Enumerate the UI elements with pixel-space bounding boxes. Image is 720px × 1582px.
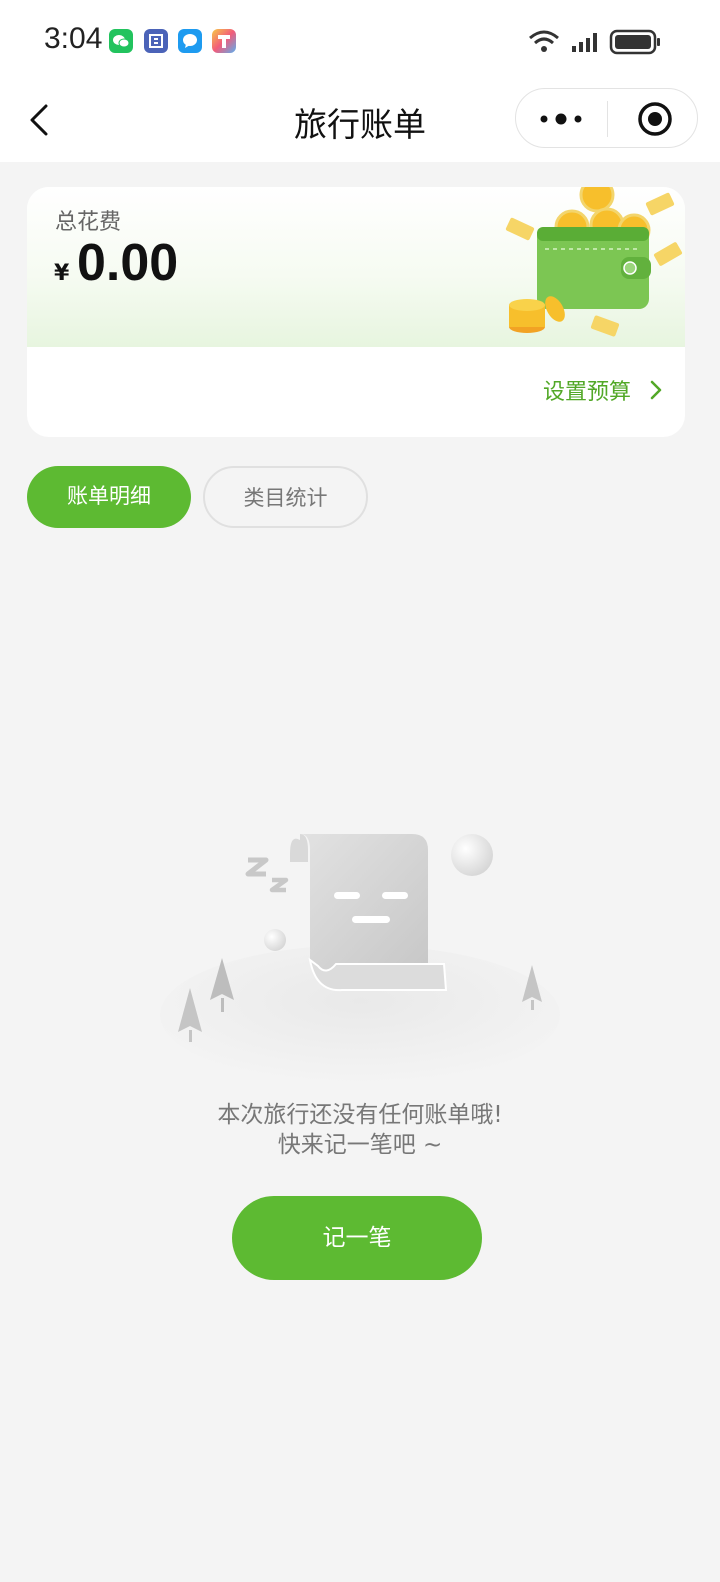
chevron-right-icon bbox=[650, 380, 662, 400]
signal-icon bbox=[572, 33, 597, 52]
empty-message-line1: 本次旅行还没有任何账单哦! bbox=[217, 1102, 503, 1128]
close-miniprogram-button[interactable] bbox=[608, 89, 698, 147]
tab-category-stats[interactable]: 类目统计 bbox=[203, 466, 368, 528]
nav-bar: 旅行账单 bbox=[0, 80, 720, 162]
messages-icon bbox=[178, 29, 202, 53]
pinned-app-icon bbox=[212, 29, 236, 53]
calendar-app-icon bbox=[144, 29, 168, 53]
empty-message-line2: 快来记一笔吧 ~ bbox=[277, 1132, 443, 1158]
wechat-icon bbox=[109, 29, 133, 53]
set-budget-link[interactable]: 设置预算 bbox=[543, 372, 663, 408]
currency-symbol: ¥ bbox=[54, 261, 70, 286]
set-budget-label: 设置预算 bbox=[542, 380, 631, 405]
status-bar: 3:04 bbox=[0, 0, 720, 80]
spending-summary-card: 总花费 ¥ 0.00 设置预算 bbox=[27, 187, 685, 437]
tab-bill-details[interactable]: 账单明细 bbox=[27, 466, 191, 528]
empty-receipt-illustration-icon bbox=[160, 834, 560, 1085]
battery-icon bbox=[609, 29, 660, 55]
wallet-illustration-icon bbox=[505, 187, 683, 337]
more-button[interactable] bbox=[516, 89, 607, 147]
target-close-icon bbox=[638, 102, 672, 136]
more-dots-icon bbox=[540, 113, 582, 125]
capsule-menu bbox=[515, 88, 698, 148]
system-status bbox=[528, 28, 668, 56]
total-spend-label: 总花费 bbox=[55, 210, 122, 235]
wifi-icon bbox=[529, 30, 559, 52]
record-expense-button[interactable]: 记一笔 bbox=[232, 1196, 482, 1280]
status-time: 3:04 bbox=[44, 22, 103, 55]
total-spend-value: 0.00 bbox=[77, 234, 179, 292]
